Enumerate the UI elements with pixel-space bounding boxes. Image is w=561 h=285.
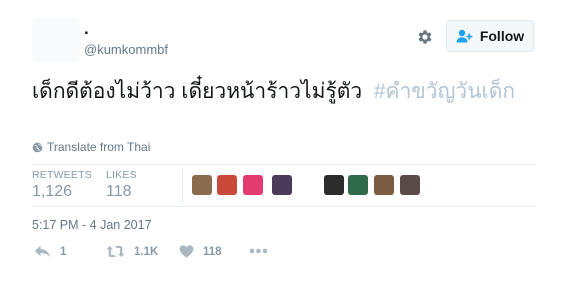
reply-count: 1 <box>60 245 67 258</box>
tweet-actions: 1 1.1K 118 <box>32 245 536 265</box>
more-icon <box>249 248 268 254</box>
liker-avatar[interactable] <box>243 175 263 195</box>
liker-avatar[interactable] <box>217 175 237 195</box>
retweets-stat[interactable]: RETWEETS 1,126 <box>32 169 92 202</box>
liker-avatar[interactable] <box>272 175 292 195</box>
liker-avatar[interactable] <box>192 175 212 195</box>
gear-icon[interactable] <box>416 28 434 46</box>
reply-button[interactable]: 1 <box>34 245 66 258</box>
heart-icon <box>179 245 194 258</box>
liker-avatar[interactable] <box>400 175 420 195</box>
tweet-timestamp[interactable]: 5:17 PM - 4 Jan 2017 <box>32 218 152 232</box>
likes-value: 118 <box>106 183 132 200</box>
retweets-value: 1,126 <box>32 183 73 200</box>
user-avatar[interactable] <box>32 18 80 62</box>
follow-button-label: Follow <box>479 28 525 44</box>
retweet-button[interactable]: 1.1K <box>106 245 158 258</box>
translate-link[interactable]: Translate from Thai <box>32 140 150 154</box>
tweet-body: เด็กดีต้องไม่ว้าว เดี๋ยวหน้าร้าวไม่รู้ตั… <box>32 80 363 103</box>
reply-icon <box>34 245 50 258</box>
add-user-icon <box>456 29 473 43</box>
likes-label: LIKES <box>106 169 137 181</box>
user-handle[interactable]: @kumkommbf <box>84 42 168 58</box>
stats-separator <box>182 168 183 203</box>
like-count: 118 <box>203 245 222 258</box>
follow-button[interactable]: Follow <box>446 20 534 52</box>
user-display-name[interactable]: . <box>84 20 89 38</box>
liker-avatar[interactable] <box>324 175 344 195</box>
retweets-label: RETWEETS <box>32 169 92 181</box>
liker-avatar[interactable] <box>374 175 394 195</box>
translate-label: Translate from Thai <box>47 140 151 154</box>
liker-avatar[interactable] <box>348 175 368 195</box>
tweet-stats: RETWEETS 1,126 LIKES 118 <box>32 165 536 207</box>
retweet-count: 1.1K <box>134 245 159 258</box>
divider-bottom <box>32 206 536 207</box>
globe-icon <box>32 142 43 152</box>
more-button[interactable] <box>249 248 268 254</box>
hashtag-link[interactable]: #คำขวัญวันเด็ก <box>374 80 515 103</box>
tweet-text: เด็กดีต้องไม่ว้าว เดี๋ยวหน้าร้าวไม่รู้ตั… <box>32 78 532 106</box>
retweet-icon <box>106 246 125 257</box>
tweet-header: . @kumkommbf Follow <box>0 0 561 62</box>
like-button[interactable]: 118 <box>179 245 222 258</box>
likes-stat[interactable]: LIKES 118 <box>106 169 137 202</box>
